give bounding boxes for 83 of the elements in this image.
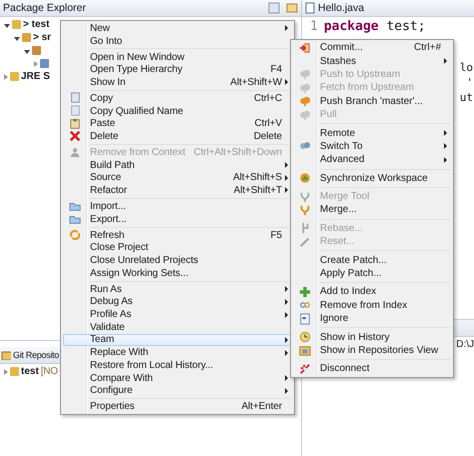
- arrows-icon: [69, 229, 81, 242]
- menu-item[interactable]: Delete Delete: [63, 130, 292, 143]
- menu-item[interactable]: Copy Ctrl+C: [63, 92, 292, 105]
- shortcut-label: Alt+Shift+W: [229, 76, 282, 88]
- menu-item[interactable]: Refresh F5: [63, 228, 292, 242]
- menu-item[interactable]: Synchronize Workspace: [293, 172, 451, 185]
- editor-tab[interactable]: Hello.java: [318, 2, 364, 14]
- menu-item[interactable]: Assign Working Sets...: [63, 266, 292, 280]
- shortcut-label: Ctrl+C: [252, 92, 282, 104]
- menu-item[interactable]: Disconnect: [293, 362, 451, 376]
- menu-item[interactable]: Push Branch 'master'...: [293, 94, 451, 108]
- shortcut-label: F5: [270, 230, 282, 241]
- menu-item[interactable]: Configure: [63, 384, 292, 398]
- tree-item[interactable]: JRE S: [21, 71, 50, 82]
- menu-item[interactable]: Merge...: [293, 203, 451, 217]
- clipboard-icon: [69, 118, 81, 130]
- arrow-icon: [299, 42, 311, 54]
- line-number: 1: [310, 19, 318, 36]
- menu-item[interactable]: Create Patch...: [293, 253, 451, 267]
- menu-item[interactable]: Ignore: [293, 312, 451, 326]
- menu-item[interactable]: Remote: [293, 126, 451, 140]
- code-line: package test;: [324, 19, 426, 36]
- cross-icon: [69, 130, 81, 142]
- tree-item[interactable]: > test: [23, 19, 50, 30]
- menu-item[interactable]: Show in Repositories View: [293, 344, 451, 358]
- repository-icon: [1, 350, 11, 360]
- shortcut-label: Alt+Shift+S: [232, 172, 282, 184]
- console-text: D:\J: [456, 339, 474, 350]
- shortcut-label: Alt+Shift+T: [232, 184, 282, 196]
- clock-icon: [299, 331, 311, 344]
- repository-icon: [299, 344, 311, 357]
- menu-item[interactable]: Switch To: [293, 140, 451, 154]
- menu-item[interactable]: Open Type Hierarchy F4: [63, 63, 292, 76]
- cloud-icon: [299, 95, 311, 108]
- view-tab[interactable]: Git Reposito: [13, 350, 59, 360]
- menu-item[interactable]: Paste Ctrl+V: [63, 117, 292, 130]
- page-icon: [69, 105, 81, 118]
- cloud-icon: [299, 82, 311, 94]
- menu-item[interactable]: Advanced: [293, 153, 451, 167]
- cloud-icon: [299, 108, 311, 121]
- menu-item[interactable]: Open in New Window: [63, 50, 292, 64]
- circle-icon: [299, 172, 311, 184]
- toolbar-icon[interactable]: [268, 2, 280, 14]
- view-tab[interactable]: Package Explorer: [3, 2, 86, 14]
- shortcut-label: Delete: [252, 130, 282, 142]
- fork-icon: [299, 190, 311, 203]
- shortcut-label: Alt+Enter: [240, 401, 282, 412]
- shortcut-label: Ctrl+#: [413, 42, 441, 54]
- branch-label: [NO: [40, 366, 58, 377]
- menu-item[interactable]: Restore from Local History...: [63, 358, 292, 372]
- tree-item[interactable]: > sr: [33, 32, 52, 43]
- menu-item[interactable]: Close Project: [63, 241, 292, 254]
- menu-item[interactable]: Commit... Ctrl+#: [293, 41, 451, 54]
- code-fragment: ut: [460, 91, 473, 106]
- page-icon: [299, 312, 311, 325]
- broken-link-icon: [299, 362, 311, 375]
- person-icon: [69, 146, 81, 158]
- code-fragment: ': [466, 76, 473, 91]
- page-icon: [69, 92, 81, 104]
- menu-item[interactable]: Close Unrelated Projects: [63, 254, 292, 267]
- menu-item[interactable]: Properties Alt+Enter: [63, 400, 292, 414]
- shortcut-label: Ctrl+Alt+Shift+Down: [192, 146, 282, 158]
- menu-item[interactable]: Show in History: [293, 330, 451, 344]
- plus-icon: [299, 286, 311, 298]
- java-file-icon: [305, 2, 315, 14]
- menu-item[interactable]: Add to Index: [293, 285, 451, 299]
- menu-item[interactable]: New: [63, 22, 292, 35]
- toolbar-icon[interactable]: [286, 2, 298, 14]
- menu-item[interactable]: Export...: [63, 212, 292, 226]
- menu-item[interactable]: Copy Qualified Name: [63, 104, 292, 118]
- menu-item[interactable]: Import...: [63, 200, 292, 213]
- menu-item[interactable]: Remove from Index: [293, 298, 451, 312]
- code-fragment: lo: [460, 61, 473, 76]
- tree-item[interactable]: test: [21, 366, 39, 377]
- fork-icon: [299, 204, 311, 216]
- menu-item[interactable]: Validate: [63, 320, 292, 334]
- cloud-icon: [299, 68, 311, 80]
- menu-item[interactable]: Team: [63, 334, 292, 346]
- menu-item[interactable]: Apply Patch...: [293, 266, 451, 280]
- menu-item[interactable]: Stashes: [293, 54, 451, 68]
- shortcut-label: F4: [270, 64, 282, 76]
- menu-item[interactable]: Go Into: [63, 34, 292, 48]
- shortcut-label: Ctrl+V: [254, 118, 282, 130]
